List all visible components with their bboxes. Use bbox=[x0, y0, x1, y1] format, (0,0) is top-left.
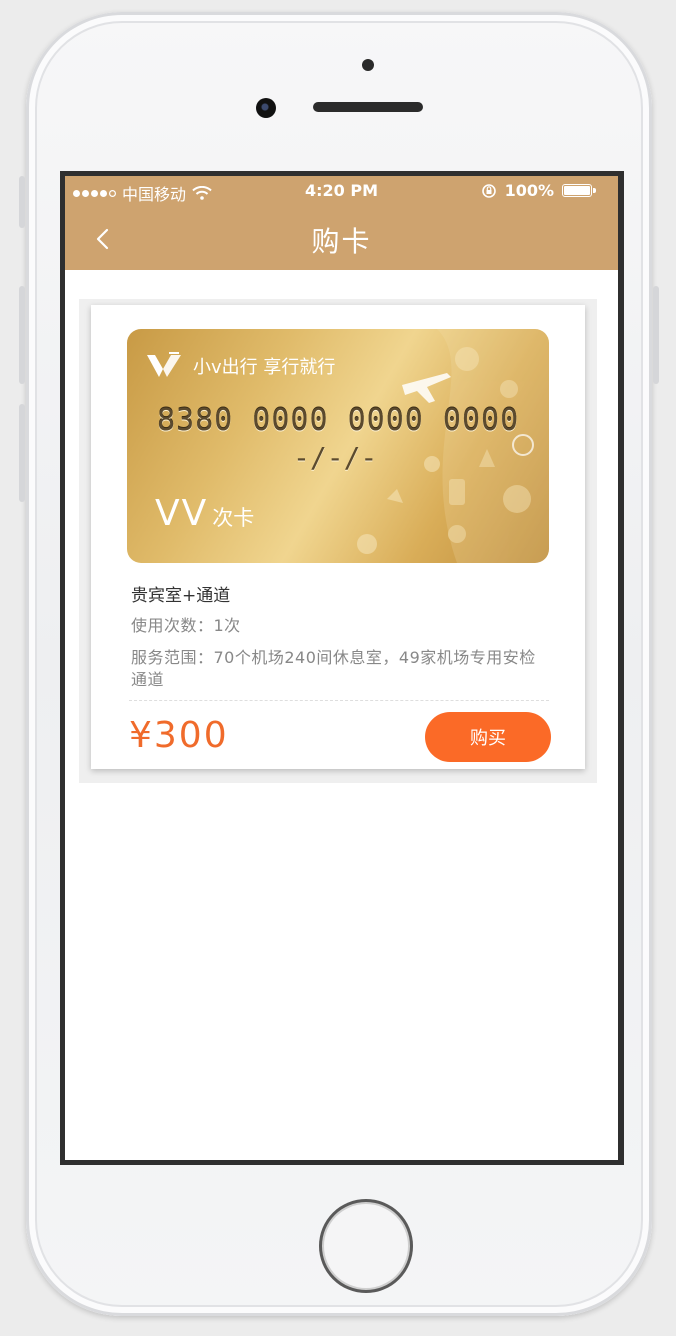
front-camera bbox=[256, 98, 276, 118]
divider bbox=[129, 700, 549, 701]
page-title: 购卡 bbox=[311, 225, 372, 258]
volume-up-button bbox=[19, 286, 25, 384]
power-button bbox=[653, 286, 659, 384]
card-title: 贵宾室+通道 bbox=[131, 586, 231, 606]
card-number: 8380 0000 0000 0000 bbox=[157, 403, 520, 438]
card-type: 次卡 bbox=[212, 506, 255, 530]
header: 中国移动 4:20 PM 100% 购卡 bbox=[65, 176, 618, 270]
card-date: -/-/- bbox=[293, 441, 378, 474]
battery-percent: 100% bbox=[504, 181, 554, 200]
sensor-dot bbox=[362, 59, 374, 71]
volume-down-button bbox=[19, 404, 25, 502]
card-item: 小v出行 享行就行 8380 0000 0000 0000 -/-/- VV 次… bbox=[91, 305, 585, 769]
airplane-icon bbox=[402, 373, 451, 403]
card-name: VV 次卡 bbox=[155, 493, 254, 534]
mute-switch bbox=[19, 176, 25, 228]
buy-button[interactable]: 购买 bbox=[425, 712, 551, 762]
status-bar: 中国移动 4:20 PM 100% bbox=[65, 176, 618, 206]
orientation-lock-icon bbox=[481, 183, 496, 198]
usage-count: 使用次数：1次 bbox=[131, 616, 241, 635]
card-brand: 小v出行 享行就行 bbox=[145, 351, 335, 381]
card-name-vv: VV bbox=[155, 493, 209, 534]
earpiece bbox=[313, 102, 423, 112]
home-button[interactable] bbox=[319, 1199, 413, 1293]
price: ¥300 bbox=[129, 715, 229, 756]
vv-logo-icon bbox=[147, 352, 181, 377]
app-view: 中国移动 4:20 PM 100% 购卡 小v出行 享行就行 8380 0000… bbox=[65, 176, 618, 1160]
service-scope: 服务范围：70个机场240间休息室，49家机场专用安检通道 bbox=[131, 648, 536, 689]
battery-icon bbox=[562, 184, 596, 197]
screen: 中国移动 4:20 PM 100% 购卡 小v出行 享行就行 8380 0000… bbox=[60, 171, 624, 1165]
gold-card-image: 小v出行 享行就行 8380 0000 0000 0000 -/-/- VV 次… bbox=[127, 329, 549, 563]
card-brand-text: 小v出行 享行就行 bbox=[193, 357, 336, 378]
